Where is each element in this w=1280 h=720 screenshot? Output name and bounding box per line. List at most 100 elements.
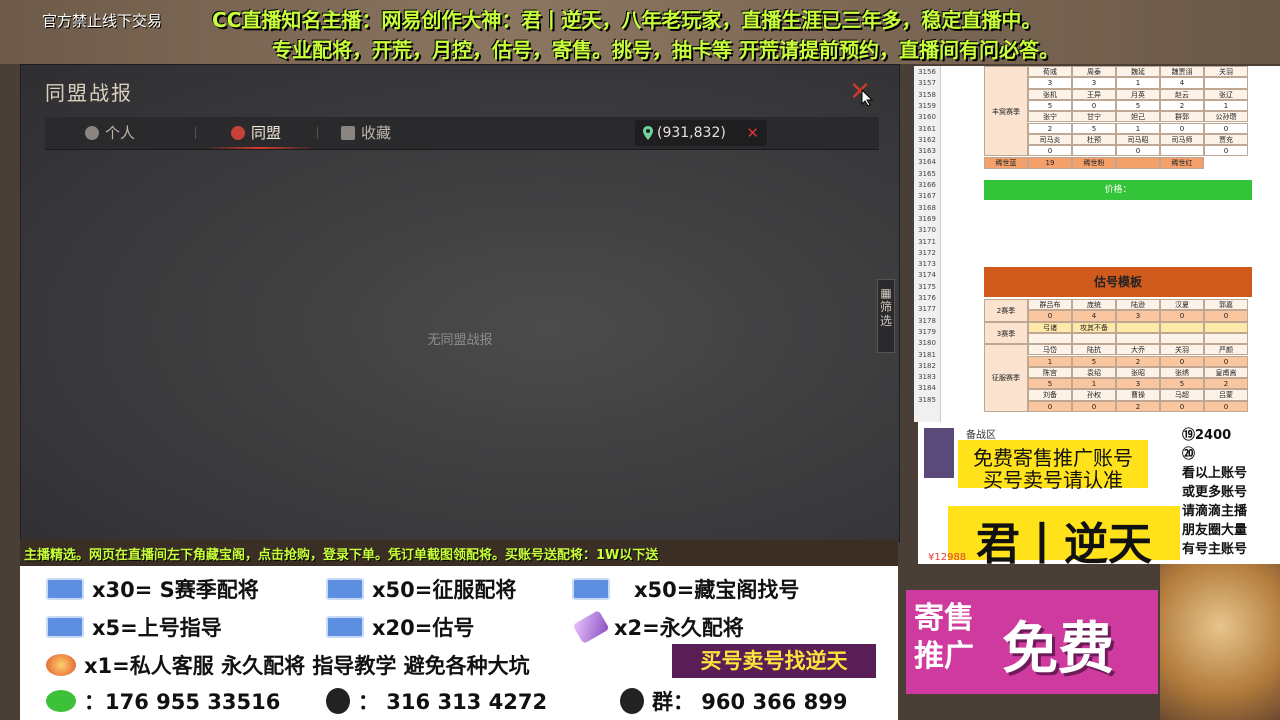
hero-cell: 郭嘉 bbox=[1204, 299, 1248, 311]
promo-line-2: 买号卖号请认准 bbox=[983, 468, 1123, 492]
value-cell: 5 bbox=[1028, 99, 1072, 112]
ad-item: x1=私人客服 永久配将 指导教学 避免各种大坑 bbox=[46, 650, 530, 680]
value-cell: 5 bbox=[1072, 355, 1116, 367]
row-number: 3173 bbox=[918, 260, 936, 269]
tab-label: 同盟 bbox=[251, 124, 282, 142]
clear-coordinate-icon[interactable]: ✕ bbox=[746, 124, 759, 142]
ad-item: x5=上号指导 bbox=[46, 612, 222, 642]
hero-cell bbox=[1204, 321, 1248, 333]
banner-line-2: 专业配将，开荒，月控，估号，寄售。挑号，抽卡等 开荒请提前预约，直播间有问必答。 bbox=[272, 38, 1059, 62]
trade-notice: 官方禁止线下交易 bbox=[42, 12, 163, 30]
value-cell: 1 bbox=[1116, 122, 1160, 134]
value-cell: 0 bbox=[1204, 122, 1248, 134]
row-number: 3177 bbox=[918, 305, 936, 314]
row-number: 3161 bbox=[918, 124, 936, 133]
ad-item: x20=估号 bbox=[326, 612, 474, 642]
promo-headline-box: 免费寄售推广账号 买号卖号请认准 bbox=[958, 440, 1148, 492]
hero-cell: 陆抗 bbox=[1072, 344, 1116, 356]
hero-cell: 杜预 bbox=[1072, 133, 1116, 146]
value-cell bbox=[1072, 145, 1116, 157]
rare-cell: 稀世蓝 bbox=[984, 157, 1028, 169]
hero-cell: 袁绍 bbox=[1072, 366, 1116, 379]
row-number: 3185 bbox=[918, 395, 936, 404]
ad-item: x2=永久配将 bbox=[572, 609, 744, 645]
row-number: 3166 bbox=[918, 181, 936, 189]
row-number: 3172 bbox=[918, 248, 936, 257]
row-number: 3163 bbox=[918, 147, 936, 156]
value-cell: 5 bbox=[1116, 99, 1160, 112]
coordinate-text: (931,832) bbox=[657, 125, 726, 141]
value-cell: 1 bbox=[1028, 355, 1072, 367]
hero-cell: 汉夏 bbox=[1160, 299, 1204, 311]
hero-cell: 司马昭 bbox=[1116, 133, 1160, 146]
row-number: 3160 bbox=[918, 113, 936, 122]
hero-cell: 张机 bbox=[1028, 88, 1072, 100]
hero-cell: 皇甫嵩 bbox=[1204, 366, 1248, 379]
qq-group-contact: 群： 960 366 899 bbox=[620, 686, 847, 716]
row-number: 3184 bbox=[918, 384, 936, 393]
ticket-icon bbox=[326, 616, 364, 638]
value-cell: 5 bbox=[1072, 122, 1116, 134]
value-cell: 5 bbox=[1160, 378, 1204, 390]
hero-cell: 魏贾诩 bbox=[1160, 66, 1204, 78]
buy-sell-badge: 买号卖号找逆天 bbox=[672, 644, 876, 678]
row-number: 3167 bbox=[918, 192, 936, 201]
hero-cell: 魏延 bbox=[1116, 66, 1160, 78]
hero-cell: 赵云 bbox=[1160, 88, 1204, 100]
alliance-icon bbox=[231, 126, 245, 140]
value-cell: 4 bbox=[1072, 310, 1116, 322]
value-cell: 1 bbox=[1204, 99, 1248, 112]
value-cell: 0 bbox=[1028, 400, 1072, 412]
tab-label: 收藏 bbox=[361, 124, 392, 142]
window-title: 同盟战报 bbox=[45, 81, 133, 105]
value-cell: 0 bbox=[1204, 355, 1248, 367]
promo-side-line: 朋友圈大量 bbox=[1182, 523, 1248, 538]
consign-label: 寄售推广 bbox=[914, 601, 974, 674]
grid-icon: ▦ bbox=[880, 286, 892, 300]
person-icon bbox=[85, 126, 99, 140]
tab-favorites[interactable]: 收藏 bbox=[341, 117, 391, 149]
free-label: 免费 bbox=[1002, 617, 1114, 682]
hero-cell: 马超 bbox=[1160, 389, 1204, 401]
service-ad-panel: x30= S赛季配将 x50=征服配将 x50=藏宝阁找号 x5=上号指导 x2… bbox=[20, 566, 898, 720]
tab-personal[interactable]: 个人 bbox=[85, 117, 135, 149]
ad-item-text: x50=藏宝阁找号 bbox=[634, 578, 800, 602]
promo-side-line: 看以上账号 bbox=[1182, 466, 1248, 481]
season-label-cell: 丰窝赛季 bbox=[984, 66, 1028, 156]
tab-alliance[interactable]: 同盟 bbox=[231, 117, 281, 149]
filter-button[interactable]: ▦ 筛选 bbox=[877, 279, 895, 353]
ticket-icon bbox=[46, 616, 84, 638]
row-number: 3181 bbox=[918, 350, 936, 359]
hero-cell: 弓诸 bbox=[1028, 321, 1072, 333]
ad-item: x50=征服配将 bbox=[326, 574, 516, 604]
hero-cell: 荀彧 bbox=[1028, 66, 1072, 78]
ad-item-text: x5=上号指导 bbox=[92, 616, 222, 640]
value-cell bbox=[1160, 332, 1204, 345]
value-cell: 0 bbox=[1204, 145, 1248, 157]
row-number: 3156 bbox=[918, 68, 936, 76]
ticket-icon bbox=[572, 578, 610, 600]
hero-cell: 月英 bbox=[1116, 88, 1160, 100]
hero-cell: 司马师 bbox=[1160, 133, 1204, 146]
row-number: 3170 bbox=[918, 226, 936, 235]
character-illustration bbox=[1160, 564, 1280, 720]
qq-group-number: 群： 960 366 899 bbox=[652, 690, 848, 714]
row-number-column: 3156 3157 3158 3159 3160 3161 3162 3163 3164 3165… bbox=[914, 66, 941, 422]
hero-cell bbox=[1160, 321, 1204, 333]
zone-label: 备战区 bbox=[966, 430, 996, 441]
hero-cell: 关羽 bbox=[1160, 344, 1204, 356]
value-cell bbox=[1072, 332, 1116, 345]
promo-side-line: 请滴滴主播 bbox=[1182, 504, 1248, 519]
coordinate-filter-chip[interactable]: (931,832) ✕ bbox=[635, 120, 767, 146]
hero-cell: 孙权 bbox=[1072, 389, 1116, 401]
value-cell: 3 bbox=[1028, 77, 1072, 89]
mouse-cursor-icon bbox=[861, 89, 873, 107]
promo-side-line: 有号主账号 bbox=[1182, 542, 1248, 557]
row-number: 3180 bbox=[918, 339, 936, 348]
rare-cell: 稀世粉 bbox=[1072, 157, 1116, 169]
active-tab-indicator bbox=[205, 147, 315, 149]
ad-item-text: x20=估号 bbox=[372, 616, 475, 640]
hero-cell: 马岱 bbox=[1028, 344, 1072, 356]
empty-report-message: 无同盟战报 bbox=[427, 333, 493, 348]
value-cell: 2 bbox=[1160, 99, 1204, 112]
